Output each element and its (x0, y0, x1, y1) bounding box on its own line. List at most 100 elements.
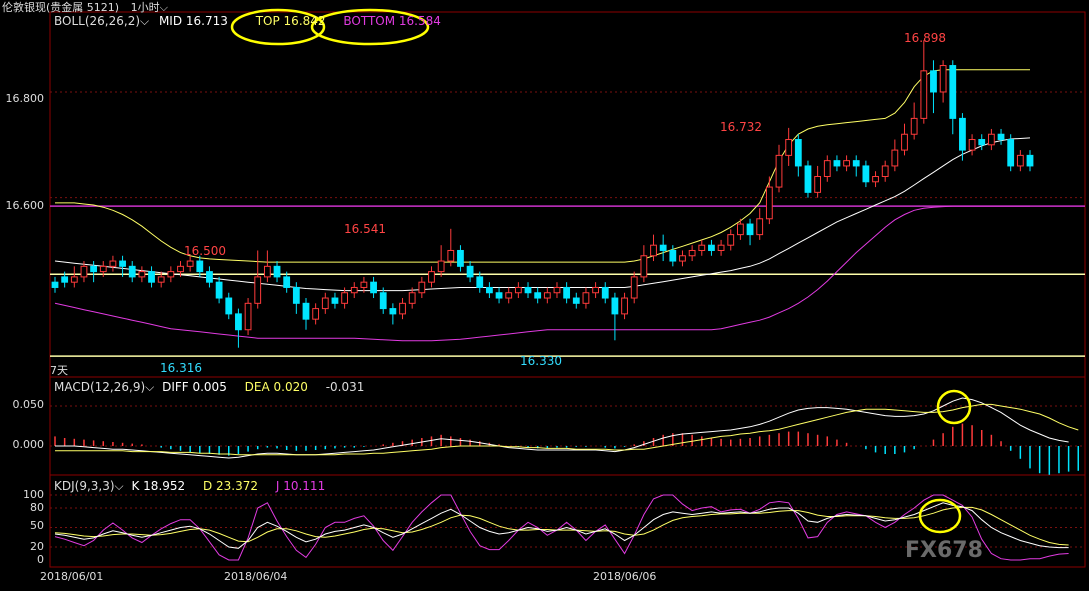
candle-body-63 (659, 244, 667, 251)
candle-body-45 (486, 286, 493, 294)
candle-body-14 (186, 260, 194, 267)
candle-body-93 (949, 65, 957, 119)
macd-value: -0.031 (325, 380, 365, 394)
candle-body-54 (572, 297, 580, 304)
candle-body-36 (399, 302, 406, 315)
chevron-down-icon: ⌵ (159, 1, 168, 14)
annotation-16330: 16.330 (520, 354, 562, 368)
candle-body-11 (157, 276, 165, 283)
kdj-tick-20: 20 (30, 540, 44, 553)
candle-body-17 (215, 281, 223, 299)
candle-body-68 (708, 244, 715, 251)
candle-body-78 (804, 165, 812, 193)
y-tick-16600: 16.600 (5, 199, 45, 212)
candle-body-53 (563, 286, 571, 299)
candle-body-59 (621, 297, 628, 315)
k-label: K 18.952 (131, 479, 186, 493)
candle-body-22 (263, 265, 271, 278)
x-label-0606: 2018/06/06 (593, 570, 657, 583)
candle-body-27 (312, 308, 320, 320)
candle-body-9 (138, 271, 146, 278)
kdj-legend: KDJ(9,3,3)⌵ K 18.952 D 23.372 J 10.111 (54, 479, 325, 494)
candle-body-49 (524, 286, 532, 294)
candle-body-18 (225, 297, 233, 315)
candle-body-101 (1026, 154, 1034, 167)
candle-body-73 (756, 218, 764, 236)
candle-body-41 (447, 249, 455, 262)
kdj-tick-50: 50 (30, 519, 44, 532)
candle-body-86 (881, 165, 889, 178)
candle-body-24 (283, 276, 291, 288)
chart-svg[interactable] (0, 0, 1089, 587)
candle-body-26 (302, 302, 310, 320)
candle-body-97 (987, 133, 995, 146)
candle-body-92 (939, 65, 947, 93)
candle-body-70 (727, 234, 735, 246)
candle-body-2 (70, 276, 78, 283)
candle-body-12 (167, 271, 175, 278)
x-label-0604: 2018/06/04 (224, 570, 288, 583)
candle-body-60 (630, 276, 638, 299)
candle-body-32 (360, 281, 368, 288)
y-tick-16800: 16.800 (5, 92, 45, 105)
period-dropdown[interactable]: 1小时⌵ (131, 1, 168, 14)
candle-body-57 (601, 286, 609, 299)
candle-body-83 (852, 160, 860, 167)
candle-body-20 (244, 302, 252, 331)
candle-body-85 (872, 176, 879, 183)
candle-body-37 (408, 292, 416, 304)
candle-body-72 (746, 223, 754, 236)
candle-body-90 (920, 70, 928, 119)
candle-body-19 (235, 313, 242, 331)
main-legend: BOLL(26,26,2)⌵ MID 16.713 TOP 16.842 BOT… (54, 14, 441, 29)
candle-body-76 (785, 139, 793, 156)
window-title: 伦敦银现(贵金属 5121) (2, 1, 120, 14)
kdj-tick-80: 80 (30, 501, 44, 514)
macd-tick-0050: 0.050 (12, 398, 45, 411)
candle-body-74 (765, 186, 773, 220)
chart-area[interactable] (0, 0, 1089, 587)
candle-body-7 (119, 260, 126, 267)
bottom-label: BOTTOM 16.584 (343, 14, 441, 28)
candle-body-35 (389, 308, 397, 315)
candle-body-40 (437, 260, 445, 273)
candle-body-71 (737, 223, 744, 236)
candle-body-94 (959, 117, 966, 151)
candle-body-55 (582, 292, 590, 304)
macd-diff-line (55, 397, 1069, 459)
annotation-16541: 16.541 (344, 222, 386, 236)
candle-body-82 (843, 160, 850, 167)
kdj-chevron-icon[interactable]: ⌵ (115, 479, 124, 493)
j-label: J 10.111 (275, 479, 326, 493)
x-label-0601: 2018/06/01 (40, 570, 104, 583)
d-label: D 23.372 (202, 479, 259, 493)
macd-label[interactable]: MACD(12,26,9) (54, 380, 145, 394)
mid-label: MID 16.713 (158, 14, 228, 28)
candle-body-42 (457, 249, 464, 267)
candle-body-62 (650, 244, 657, 257)
macd-legend: MACD(12,26,9)⌵ DIFF 0.005 DEA 0.020 -0.0… (54, 380, 364, 395)
candle-body-10 (148, 271, 155, 283)
window-titlebar: 伦敦银现(贵金属 5121) 1小时⌵ (2, 0, 168, 14)
candle-body-31 (350, 286, 358, 294)
boll-chevron-icon[interactable]: ⌵ (140, 14, 149, 28)
candle-body-8 (128, 265, 136, 278)
boll-bottom-line (54, 205, 1030, 342)
candle-body-77 (794, 139, 802, 167)
candle-body-88 (901, 133, 908, 151)
candle-body-67 (698, 244, 706, 251)
kdj-label[interactable]: KDJ(9,3,3) (54, 479, 115, 493)
candle-body-51 (543, 292, 551, 299)
candle-body-56 (592, 286, 599, 294)
candle-body-75 (775, 154, 783, 188)
candle-body-52 (553, 286, 561, 294)
boll-label[interactable]: BOLL(26,26,2) (54, 14, 140, 28)
kdj-tick-0: 0 (37, 553, 44, 566)
candle-body-47 (505, 292, 513, 299)
candle-body-1 (61, 276, 69, 283)
macd-chevron-icon[interactable]: ⌵ (145, 380, 154, 394)
candle-body-89 (910, 117, 918, 135)
candle-body-64 (669, 249, 677, 262)
day-label: 7天 (50, 364, 68, 377)
candle-body-33 (370, 281, 377, 294)
